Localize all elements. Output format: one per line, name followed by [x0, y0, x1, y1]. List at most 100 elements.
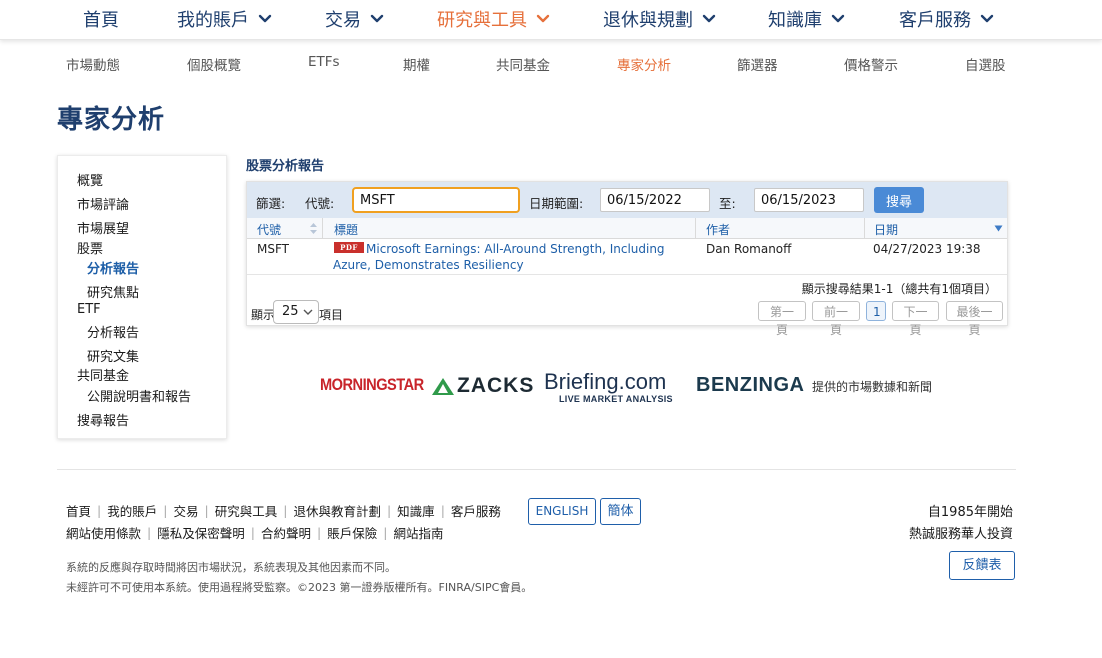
sub-nav-market-news[interactable]: 市場動態	[66, 54, 120, 74]
date-to-input[interactable]	[754, 188, 864, 212]
footer-separator: |	[204, 503, 209, 518]
sidebar-item-overview[interactable]: 概覽	[77, 170, 103, 189]
briefing-logo: Briefing.com	[544, 369, 667, 394]
column-divider	[695, 218, 696, 238]
symbol-input[interactable]	[352, 187, 520, 213]
footer-links-secondary: 網站使用條款 | 隱私及保密聲明 | 合約聲明 | 賬戶保險 | 網站指南	[66, 523, 443, 542]
sidebar-item-etf-analysis-reports[interactable]: 分析報告	[87, 322, 139, 341]
row-author: Dan Romanoff	[706, 242, 792, 256]
footer-link-site-guide[interactable]: 網站指南	[393, 523, 443, 542]
sidebar-item-search-reports[interactable]: 搜尋報告	[77, 410, 129, 429]
sidebar-item-research-focus[interactable]: 研究焦點	[87, 282, 139, 301]
prev-page-button[interactable]: 前一頁	[812, 301, 860, 337]
footer-link-home[interactable]: 首頁	[66, 501, 91, 520]
footer-separator: |	[163, 503, 168, 518]
footer-links-primary: 首頁 | 我的賬戶 | 交易 | 研究與工具 | 退休與教育計劃 | 知識庫 | 客戶服務	[66, 501, 501, 520]
sub-nav-options[interactable]: 期權	[403, 54, 430, 74]
filter-label: 篩選:	[256, 196, 286, 211]
top-nav-knowledge-base[interactable]: 知識庫	[768, 5, 846, 33]
chevron-down-icon	[830, 11, 846, 27]
morningstar-logo: MORNINGSTAR	[320, 375, 424, 394]
top-nav-home[interactable]: 首頁	[83, 5, 119, 33]
footer-separator: |	[283, 503, 288, 518]
sidebar-heading-mutual-funds: 共同基金	[77, 369, 130, 384]
zacks-logo: ZACKS	[431, 374, 534, 398]
symbol-label: 代號:	[305, 196, 335, 211]
since-line-2: 熱誠服務華人投資	[908, 527, 1013, 542]
sidebar-heading-etf: ETF	[77, 302, 101, 317]
footer-link-account-insurance[interactable]: 賬戶保險	[327, 523, 377, 542]
footer-link-customer-service[interactable]: 客戶服務	[451, 501, 501, 520]
sidebar-item-stock-analysis-reports[interactable]: 分析報告	[87, 258, 139, 277]
footer-link-terms[interactable]: 網站使用條款	[66, 523, 141, 542]
row-symbol: MSFT	[257, 242, 289, 256]
sub-nav-price-alerts[interactable]: 價格警示	[844, 54, 898, 74]
report-panel: 篩選: 代號: 日期範圍: 至: 搜尋 代號 標題 作者 日期 MSFT PDF…	[246, 181, 1008, 337]
briefing-tagline: LIVE MARKET ANALYSIS	[559, 394, 673, 404]
providers-note: 提供的市場數據和新聞	[812, 380, 933, 394]
sub-nav-stock-overview[interactable]: 個股概覽	[187, 54, 241, 74]
report-title-link[interactable]: Microsoft Earnings: All-Around Strength,…	[333, 241, 683, 273]
sort-icon[interactable]	[309, 222, 318, 235]
top-nav-retirement-planning[interactable]: 退休與規劃	[603, 5, 717, 33]
column-header-symbol[interactable]: 代號	[257, 221, 281, 238]
sidebar-heading-stocks: 股票	[77, 242, 104, 257]
footer-link-agreements[interactable]: 合約聲明	[261, 523, 311, 542]
sub-nav-etfs[interactable]: ETFs	[308, 54, 340, 70]
sidebar-item-prospectus-reports[interactable]: 公開說明書和報告	[87, 386, 191, 405]
footer-link-retirement[interactable]: 退休與教育計劃	[293, 501, 381, 520]
sub-nav-mutual-funds[interactable]: 共同基金	[496, 54, 550, 74]
chevron-down-icon	[535, 11, 551, 27]
chevron-down-icon	[369, 11, 385, 27]
sidebar-item-research-collection[interactable]: 研究文集	[87, 346, 139, 365]
date-from-input[interactable]	[600, 188, 710, 212]
current-page-button[interactable]: 1	[866, 301, 886, 321]
footer-link-privacy[interactable]: 隱私及保密聲明	[157, 523, 245, 542]
sidebar-item-market-outlook[interactable]: 市場展望	[77, 218, 129, 237]
footer-separator: |	[147, 525, 152, 540]
next-page-button[interactable]: 下一頁	[892, 301, 939, 337]
results-info: 顯示搜尋結果1-1（總共有1個項目）	[801, 282, 997, 296]
first-page-button[interactable]: 第一頁	[758, 301, 806, 337]
footer-link-research-tools[interactable]: 研究與工具	[215, 501, 278, 520]
footer-separator: |	[250, 525, 255, 540]
row-date: 04/27/2023 19:38	[873, 242, 981, 256]
chevron-down-icon	[701, 11, 717, 27]
footer-link-my-account[interactable]: 我的賬戶	[107, 501, 157, 520]
sidebar-item-market-commentary[interactable]: 市場評論	[77, 194, 129, 213]
chevron-down-icon	[257, 11, 273, 27]
table-row: MSFT PDF Microsoft Earnings: All-Around …	[247, 239, 1007, 275]
footer-link-knowledge-base[interactable]: 知識庫	[397, 501, 435, 520]
section-title: 股票分析報告	[246, 159, 325, 174]
sub-nav-screener[interactable]: 篩選器	[737, 54, 778, 74]
footer-separator: |	[316, 525, 322, 540]
footer-separator: |	[383, 525, 388, 540]
top-nav-my-account[interactable]: 我的賬戶	[177, 5, 273, 33]
page-size-value: 25	[282, 304, 299, 319]
show-label: 顯示	[251, 308, 276, 322]
simplified-chinese-button[interactable]: 簡体	[600, 498, 641, 525]
since-line-1: 自1985年開始	[927, 505, 1013, 520]
page-title: 專家分析	[57, 105, 166, 135]
sub-nav-watchlist[interactable]: 自選股	[965, 54, 1006, 74]
page-size-select[interactable]: 25	[273, 300, 319, 324]
column-header-title[interactable]: 標題	[334, 221, 358, 238]
english-language-button[interactable]: ENGLISH	[528, 498, 596, 525]
column-header-date[interactable]: 日期	[874, 221, 898, 238]
filter-bar: 篩選: 代號: 日期範圍: 至: 搜尋	[247, 182, 1007, 218]
footer-divider	[57, 469, 1016, 470]
feedback-button[interactable]: 反饋表	[949, 551, 1015, 580]
disclaimer-line-2: 未經許可不可使用本系統。使用過程將受監察。©2023 第一證券版權所有。FINR…	[66, 581, 533, 594]
table-header: 代號 標題 作者 日期	[247, 218, 1007, 239]
top-nav-trade[interactable]: 交易	[325, 5, 385, 33]
search-button[interactable]: 搜尋	[874, 187, 924, 213]
top-navigation: 首頁 我的賬戶 交易 研究與工具 退休與規劃 知識庫 客戶服務	[0, 0, 1102, 40]
footer-separator: |	[97, 503, 102, 518]
top-nav-customer-service[interactable]: 客戶服務	[899, 5, 995, 33]
column-header-author[interactable]: 作者	[706, 221, 730, 238]
top-nav-research-tools[interactable]: 研究與工具	[437, 5, 551, 33]
sort-descending-icon[interactable]	[994, 225, 1003, 232]
footer-link-trade[interactable]: 交易	[173, 501, 198, 520]
sub-nav-expert-analysis[interactable]: 專家分析	[617, 54, 671, 74]
last-page-button[interactable]: 最後一頁	[946, 301, 1003, 337]
